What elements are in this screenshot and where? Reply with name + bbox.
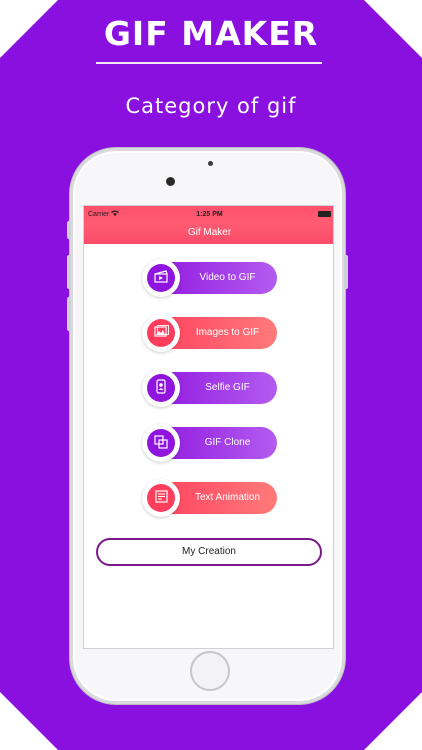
- phone-volume-down: [67, 297, 71, 331]
- gif-clone-badge: [142, 424, 180, 462]
- text-document-icon: [154, 490, 168, 506]
- phone-front-camera: [166, 177, 175, 186]
- carrier-label: Carrier: [88, 210, 169, 218]
- gif-clone-button[interactable]: GIF Clone: [142, 424, 277, 462]
- selfie-gif-button[interactable]: Selfie GIF: [142, 369, 277, 407]
- phone-screen: Carrier 1:25 PM Gif Maker Video to GIF I…: [83, 205, 334, 649]
- status-time: 1:25 PM: [196, 210, 223, 218]
- clone-icon: [154, 434, 168, 452]
- status-bar: Carrier 1:25 PM: [84, 206, 333, 222]
- promo-title: GIF MAKER: [103, 14, 319, 53]
- phone-home-button[interactable]: [190, 651, 230, 691]
- phone-sensor-dot: [208, 161, 213, 166]
- my-creation-button[interactable]: My Creation: [96, 538, 322, 566]
- selfie-gif-label: Selfie GIF: [205, 382, 250, 393]
- phone-mute-switch: [67, 221, 71, 239]
- images-icon: [153, 325, 169, 341]
- navigation-bar: Gif Maker: [84, 222, 333, 244]
- images-to-gif-badge: [142, 314, 180, 352]
- video-to-gif-button[interactable]: Video to GIF: [142, 259, 277, 297]
- selfie-gif-badge: [142, 369, 180, 407]
- nav-title: Gif Maker: [187, 227, 232, 238]
- title-underline: [96, 62, 322, 64]
- selfie-phone-icon: [155, 379, 167, 397]
- text-animation-badge: [142, 479, 180, 517]
- images-to-gif-button[interactable]: Images to GIF: [142, 314, 277, 352]
- text-animation-label: Text Animation: [194, 492, 261, 503]
- my-creation-label: My Creation: [182, 546, 236, 557]
- images-to-gif-label: Images to GIF: [195, 327, 260, 338]
- phone-frame: Carrier 1:25 PM Gif Maker Video to GIF I…: [67, 148, 348, 704]
- wifi-icon: [111, 210, 120, 218]
- promo-subtitle: Category of gif: [125, 94, 297, 118]
- phone-power-button: [344, 255, 348, 289]
- battery-indicator: [250, 211, 331, 217]
- video-clapper-icon: [154, 270, 168, 286]
- phone-volume-up: [67, 255, 71, 289]
- gif-clone-label: GIF Clone: [204, 437, 251, 448]
- carrier-text: Carrier: [88, 211, 110, 218]
- text-animation-button[interactable]: Text Animation: [142, 479, 277, 517]
- video-to-gif-label: Video to GIF: [199, 272, 256, 283]
- battery-icon: [318, 211, 331, 217]
- video-to-gif-badge: [142, 259, 180, 297]
